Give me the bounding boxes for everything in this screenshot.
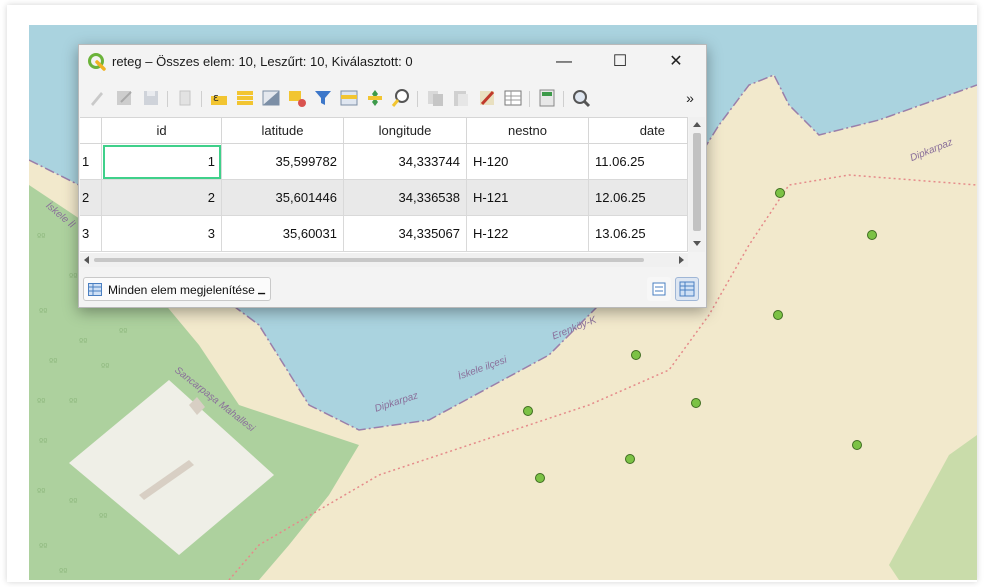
svg-text:ºº: ºº xyxy=(79,338,87,348)
show-all-features-dropdown[interactable]: Minden elem megjelenítése ▁ xyxy=(83,277,271,301)
svg-text:ºº: ºº xyxy=(69,273,77,283)
svg-text:ºº: ºº xyxy=(37,398,45,408)
select-all-icon[interactable] xyxy=(235,88,255,108)
pan-to-selection-icon[interactable] xyxy=(365,88,385,108)
select-expression-icon[interactable]: ε xyxy=(209,88,229,108)
svg-text:ºº: ºº xyxy=(39,438,47,448)
cell-nestno[interactable]: H-120 xyxy=(467,144,589,180)
svg-text:ºº: ºº xyxy=(37,488,45,498)
vertical-scrollbar[interactable] xyxy=(689,117,705,252)
table-icon xyxy=(88,283,102,296)
svg-text:ºº: ºº xyxy=(69,498,77,508)
cell-date[interactable]: 11.06.25 xyxy=(589,144,688,180)
bottom-bar: Minden elem megjelenítése ▁ xyxy=(79,271,706,307)
multi-edit-icon[interactable] xyxy=(115,88,135,108)
row-header[interactable]: 3 xyxy=(80,216,102,252)
cell-longitude[interactable]: 34,333744 xyxy=(344,144,467,180)
table-row[interactable]: 3 3 35,60031 34,335067 H-122 13.06.25 xyxy=(80,216,688,252)
column-header-date[interactable]: date xyxy=(589,118,688,144)
cell-latitude[interactable]: 35,599782 xyxy=(222,144,344,180)
maximize-button[interactable]: ☐ xyxy=(597,49,643,75)
svg-text:ºº: ºº xyxy=(39,308,47,318)
svg-text:ºº: ºº xyxy=(37,233,45,243)
row-header[interactable]: 1 xyxy=(80,144,102,180)
delete-field-icon[interactable] xyxy=(477,88,497,108)
cell-nestno[interactable]: H-121 xyxy=(467,180,589,216)
attribute-table: id latitude longitude nestno date 1 1 35… xyxy=(80,117,688,253)
row-header[interactable]: 2 xyxy=(80,180,102,216)
invert-selection-icon[interactable] xyxy=(261,88,281,108)
cell-latitude[interactable]: 35,601446 xyxy=(222,180,344,216)
corner-header[interactable] xyxy=(80,118,102,144)
column-header-longitude[interactable]: longitude xyxy=(344,118,467,144)
paste-features-icon[interactable] xyxy=(451,88,471,108)
vertical-scrollbar-graphics xyxy=(693,122,701,246)
new-field-icon[interactable] xyxy=(503,88,523,108)
cell-date[interactable]: 13.06.25 xyxy=(589,216,688,252)
zoom-to-selection-icon[interactable] xyxy=(391,88,411,108)
svg-text:ºº: ºº xyxy=(99,513,107,523)
copy-features-icon[interactable] xyxy=(425,88,445,108)
move-selection-top-icon[interactable] xyxy=(339,88,359,108)
reload-icon[interactable] xyxy=(175,88,195,108)
field-calculator-icon[interactable] xyxy=(537,88,557,108)
attribute-table-window: reteg – Összes elem: 10, Leszűrt: 10, Ki… xyxy=(78,44,707,308)
table-view-icon xyxy=(679,281,695,297)
column-header-id[interactable]: id xyxy=(102,118,222,144)
cell-longitude[interactable]: 34,336538 xyxy=(344,180,467,216)
svg-text:ºº: ºº xyxy=(49,358,57,368)
attribute-toolbar: ε » xyxy=(79,81,706,115)
cell-nestno[interactable]: H-122 xyxy=(467,216,589,252)
conditional-formatting-icon[interactable] xyxy=(571,88,591,108)
table-view-button[interactable] xyxy=(675,277,699,301)
deselect-icon[interactable] xyxy=(287,88,307,108)
qgis-logo-icon xyxy=(88,53,106,71)
horizontal-scrollbar-graphics xyxy=(84,256,684,264)
table-row[interactable]: 2 2 35,601446 34,336538 H-121 12.06.25 xyxy=(80,180,688,216)
svg-text:ε: ε xyxy=(213,91,219,104)
horizontal-scrollbar[interactable] xyxy=(80,253,688,267)
title-bar[interactable]: reteg – Összes elem: 10, Leszűrt: 10, Ki… xyxy=(79,45,706,79)
column-header-nestno[interactable]: nestno xyxy=(467,118,589,144)
svg-text:ºº: ºº xyxy=(69,398,77,408)
column-header-latitude[interactable]: latitude xyxy=(222,118,344,144)
svg-text:ºº: ºº xyxy=(101,363,109,373)
cell-longitude[interactable]: 34,335067 xyxy=(344,216,467,252)
svg-text:ºº: ºº xyxy=(59,568,67,578)
close-button[interactable]: ✕ xyxy=(653,49,699,75)
cell-id[interactable]: 1 xyxy=(102,144,222,180)
svg-text:ºº: ºº xyxy=(39,543,47,553)
window-title: reteg – Összes elem: 10, Leszűrt: 10, Ki… xyxy=(112,54,413,69)
chevron-down-icon: ▁ xyxy=(258,284,265,294)
form-view-button[interactable] xyxy=(647,277,671,301)
show-all-features-label: Minden elem megjelenítése xyxy=(108,283,255,297)
form-view-icon xyxy=(652,282,666,296)
save-edits-icon[interactable] xyxy=(141,88,161,108)
cell-id[interactable]: 2 xyxy=(102,180,222,216)
table-row[interactable]: 1 1 35,599782 34,333744 H-120 11.06.25 xyxy=(80,144,688,180)
cell-id[interactable]: 3 xyxy=(102,216,222,252)
minimize-button[interactable]: — xyxy=(541,49,587,75)
toolbar-overflow-button[interactable]: » xyxy=(679,85,701,111)
pencil-icon[interactable] xyxy=(87,88,107,108)
cell-latitude[interactable]: 35,60031 xyxy=(222,216,344,252)
filter-icon[interactable] xyxy=(313,88,333,108)
svg-text:ºº: ºº xyxy=(119,328,127,338)
cell-date[interactable]: 12.06.25 xyxy=(589,180,688,216)
